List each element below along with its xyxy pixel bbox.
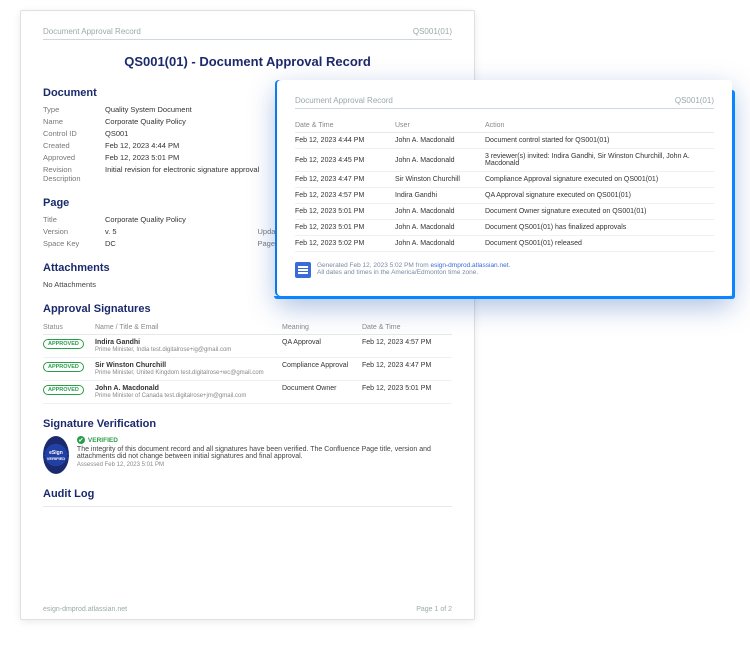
log-h-user: User xyxy=(395,119,485,133)
log-user: John A. Macdonald xyxy=(395,204,485,220)
log-row: Feb 12, 2023 5:02 PMJohn A. MacdonaldDoc… xyxy=(295,236,714,252)
sig-sub: Prime Minister, United Kingdom test.digi… xyxy=(95,370,282,376)
sig-h-meaning: Meaning xyxy=(282,321,362,335)
sig-name: Sir Winston Churchill xyxy=(95,362,166,369)
k-ver: Version xyxy=(43,227,95,236)
approved-badge: APPROVED xyxy=(43,362,84,372)
log-dt: Feb 12, 2023 5:01 PM xyxy=(295,204,395,220)
log-action: Document QS001(01) has finalized approva… xyxy=(485,220,714,236)
page-2-audit-log: Document Approval Record QS001(01) Date … xyxy=(277,80,732,296)
footer-page: Page 1 of 2 xyxy=(416,606,452,613)
log-user: John A. Macdonald xyxy=(395,149,485,172)
sig-sub: Prime Minister of Canada test.digitalros… xyxy=(95,393,282,399)
header-ref: QS001(01) xyxy=(413,27,452,36)
k-ctrl: Control ID xyxy=(43,129,95,138)
sig-row: APPROVED Sir Winston ChurchillPrime Mini… xyxy=(43,358,452,381)
log-h-action: Action xyxy=(485,119,714,133)
v-sk: DC xyxy=(105,239,248,248)
page-footer: esign-dmprod.atlassian.net Page 1 of 2 xyxy=(43,606,452,613)
doc-title: QS001(01) - Document Approval Record xyxy=(43,54,452,69)
section-signatures: Approval Signatures xyxy=(43,303,452,315)
sig-h-dt: Date & Time xyxy=(362,321,452,335)
verified-badge: VERIFIED xyxy=(77,436,452,444)
verify-text: The integrity of this document record an… xyxy=(77,446,452,460)
verify-assessed: Assessed Feb 12, 2023 5:01 PM xyxy=(77,462,452,468)
document-icon xyxy=(295,262,311,278)
seal-text2: VERIFIED xyxy=(47,456,65,461)
approved-badge: APPROVED xyxy=(43,385,84,395)
log-user: John A. Macdonald xyxy=(395,133,485,149)
log-dt: Feb 12, 2023 4:45 PM xyxy=(295,149,395,172)
sig-mean: Compliance Approval xyxy=(282,358,362,381)
log-user: John A. Macdonald xyxy=(395,220,485,236)
v-ver: v. 5 xyxy=(105,227,248,236)
log-user: Indira Gandhi xyxy=(395,188,485,204)
footer-host: esign-dmprod.atlassian.net xyxy=(43,606,127,613)
log-dt: Feb 12, 2023 5:01 PM xyxy=(295,220,395,236)
verified-badge-text: VERIFIED xyxy=(88,437,118,444)
approved-badge: APPROVED xyxy=(43,339,84,349)
section-verification: Signature Verification xyxy=(43,418,452,430)
log-row: Feb 12, 2023 5:01 PMJohn A. MacdonaldDoc… xyxy=(295,220,714,236)
log-action: QA Approval signature executed on QS001(… xyxy=(485,188,714,204)
page-header: Document Approval Record QS001(01) xyxy=(43,27,452,40)
log-h-dt: Date & Time xyxy=(295,119,395,133)
log-dt: Feb 12, 2023 4:47 PM xyxy=(295,172,395,188)
generated-footer: Generated Feb 12, 2023 5:02 PM from esig… xyxy=(295,262,714,278)
log-row: Feb 12, 2023 5:01 PMJohn A. MacdonaldDoc… xyxy=(295,204,714,220)
sig-name: John A. Macdonald xyxy=(95,385,159,392)
log-user: Sir Winston Churchill xyxy=(395,172,485,188)
sig-dt: Feb 12, 2023 4:47 PM xyxy=(362,358,452,381)
verified-seal-icon: eSign VERIFIED xyxy=(43,436,69,474)
page-header: Document Approval Record QS001(01) xyxy=(295,96,714,109)
sig-sub: Prime Minister, India test.digitalrose+i… xyxy=(95,347,282,353)
k-ptitle: Title xyxy=(43,215,95,224)
section-audit: Audit Log xyxy=(43,488,452,500)
log-action: Compliance Approval signature executed o… xyxy=(485,172,714,188)
gen-line1a: Generated Feb 12, 2023 5:02 PM from xyxy=(317,262,430,269)
accent-stripe xyxy=(732,90,735,299)
k-approved: Approved xyxy=(43,153,95,162)
signatures-table: Status Name / Title & Email Meaning Date… xyxy=(43,321,452,404)
k-created: Created xyxy=(43,141,95,150)
log-row: Feb 12, 2023 4:44 PMJohn A. MacdonaldDoc… xyxy=(295,133,714,149)
gen-line2: All dates and times in the America/Edmon… xyxy=(317,269,510,276)
k-rev: Revision Description xyxy=(43,165,95,183)
log-action: Document QS001(01) released xyxy=(485,236,714,252)
log-row: Feb 12, 2023 4:47 PMSir Winston Churchil… xyxy=(295,172,714,188)
accent-stripe xyxy=(274,296,735,299)
sig-dt: Feb 12, 2023 4:57 PM xyxy=(362,335,452,358)
header-ref: QS001(01) xyxy=(675,96,714,105)
sig-h-name: Name / Title & Email xyxy=(95,321,282,335)
log-action: Document control started for QS001(01) xyxy=(485,133,714,149)
sig-mean: Document Owner xyxy=(282,381,362,404)
k-sk: Space Key xyxy=(43,239,95,248)
verification-block: eSign VERIFIED VERIFIED The integrity of… xyxy=(43,436,452,474)
sig-name: Indira Gandhi xyxy=(95,339,140,346)
audit-log-table: Date & Time User Action Feb 12, 2023 4:4… xyxy=(295,119,714,252)
sig-h-status: Status xyxy=(43,321,95,335)
sig-row: APPROVED Indira GandhiPrime Minister, In… xyxy=(43,335,452,358)
log-user: John A. Macdonald xyxy=(395,236,485,252)
log-action: Document Owner signature executed on QS0… xyxy=(485,204,714,220)
log-action: 3 reviewer(s) invited: Indira Gandhi, Si… xyxy=(485,149,714,172)
sig-row: APPROVED John A. MacdonaldPrime Minister… xyxy=(43,381,452,404)
log-dt: Feb 12, 2023 4:44 PM xyxy=(295,133,395,149)
log-dt: Feb 12, 2023 5:02 PM xyxy=(295,236,395,252)
log-dt: Feb 12, 2023 4:57 PM xyxy=(295,188,395,204)
sig-mean: QA Approval xyxy=(282,335,362,358)
k-type: Type xyxy=(43,105,95,114)
log-row: Feb 12, 2023 4:57 PMIndira GandhiQA Appr… xyxy=(295,188,714,204)
log-row: Feb 12, 2023 4:45 PMJohn A. Macdonald3 r… xyxy=(295,149,714,172)
sig-dt: Feb 12, 2023 5:01 PM xyxy=(362,381,452,404)
gen-host-link[interactable]: esign-dmprod.atlassian.net xyxy=(430,262,508,269)
divider xyxy=(43,506,452,507)
header-title: Document Approval Record xyxy=(43,27,141,36)
k-name: Name xyxy=(43,117,95,126)
header-title: Document Approval Record xyxy=(295,96,393,105)
